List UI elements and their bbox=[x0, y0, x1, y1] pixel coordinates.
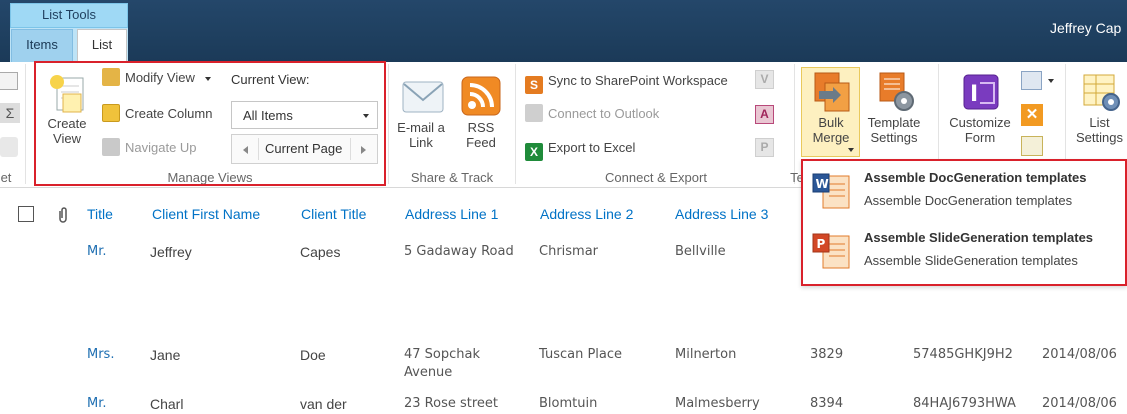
template-settings-icon bbox=[874, 71, 914, 111]
cell-address-line-1: 47 Sopchak bbox=[404, 347, 481, 362]
cell-date: 2014/08/06 bbox=[1042, 396, 1117, 411]
tab-list[interactable]: List bbox=[77, 29, 127, 62]
cell-code: 8394 bbox=[810, 396, 844, 411]
project-icon[interactable]: P bbox=[755, 138, 774, 157]
cell-client-title: van der bbox=[300, 396, 347, 412]
rss-feed-label: RSS Feed bbox=[466, 120, 496, 150]
menu-item-description: Assemble SlideGeneration templates bbox=[864, 253, 1078, 268]
sync-workspace-button[interactable]: S Sync to SharePoint Workspace bbox=[525, 71, 728, 94]
row-title-link[interactable]: Mr. bbox=[87, 395, 107, 413]
column-header-title[interactable]: Title bbox=[87, 206, 113, 222]
cell-address-line-2: Blomtuin bbox=[539, 396, 598, 411]
excel-icon: X bbox=[525, 143, 543, 161]
cell-client-title: Doe bbox=[300, 347, 326, 363]
menu-item-title: Assemble DocGeneration templates bbox=[864, 170, 1087, 185]
cell-reference: 84HAJ6793HWA bbox=[913, 396, 1016, 411]
email-link-label: E-mail a Link bbox=[397, 120, 445, 150]
cell-address-line-1: 5 Gadaway Road bbox=[404, 244, 514, 259]
partial-view-icon[interactable] bbox=[0, 72, 18, 90]
rss-feed-button[interactable]: RSS Feed bbox=[458, 76, 504, 150]
share-track-group-label: Share & Track bbox=[410, 170, 494, 185]
tab-items[interactable]: Items bbox=[11, 29, 73, 62]
cell-first-name: Jeffrey bbox=[150, 244, 192, 260]
column-header-client-title[interactable]: Client Title bbox=[301, 206, 366, 222]
powerpoint-document-icon: P bbox=[811, 230, 855, 274]
cell-address-line-1-cont: Avenue bbox=[404, 365, 453, 380]
svg-text:P: P bbox=[817, 237, 826, 251]
select-all-checkbox[interactable] bbox=[18, 206, 34, 222]
column-header-address-line-2[interactable]: Address Line 2 bbox=[540, 206, 633, 222]
cell-code: 3829 bbox=[810, 347, 844, 362]
menu-item-description: Assemble DocGeneration templates bbox=[864, 193, 1073, 208]
customize-form-button[interactable]: I Customize Form bbox=[946, 71, 1014, 145]
column-header-client-first-name[interactable]: Client First Name bbox=[152, 206, 260, 222]
connect-outlook-label: Connect to Outlook bbox=[548, 106, 660, 121]
cell-address-line-3: Malmesberry bbox=[675, 396, 760, 411]
list-settings-button[interactable]: List Settings bbox=[1072, 71, 1127, 145]
customize-form-label: Customize Form bbox=[949, 115, 1011, 145]
infopath-icon: I bbox=[960, 71, 1000, 111]
access-icon[interactable]: A bbox=[755, 105, 774, 124]
partial-group-label: et bbox=[0, 170, 12, 185]
menu-item-title: Assemble SlideGeneration templates bbox=[864, 230, 1094, 245]
connect-export-group-label: Connect & Export bbox=[605, 170, 707, 185]
connect-outlook-button[interactable]: Connect to Outlook bbox=[525, 104, 659, 124]
sync-label: Sync to SharePoint Workspace bbox=[548, 73, 728, 88]
bulk-merge-icon bbox=[811, 71, 851, 112]
bulk-merge-menu: W Assemble DocGeneration templates Assem… bbox=[801, 159, 1127, 286]
template-settings-label: Template Settings bbox=[867, 115, 921, 145]
column-header-address-line-1[interactable]: Address Line 1 bbox=[405, 206, 498, 222]
email-link-button[interactable]: E-mail a Link bbox=[394, 76, 448, 150]
refresh-icon[interactable] bbox=[0, 137, 18, 157]
cell-date: 2014/08/06 bbox=[1042, 347, 1117, 362]
chevron-down-icon bbox=[848, 148, 854, 152]
template-settings-button[interactable]: Template Settings bbox=[862, 71, 926, 145]
cell-first-name: Charl bbox=[150, 396, 184, 412]
cell-address-line-1: 23 Rose street bbox=[404, 396, 499, 411]
workflow-icon[interactable]: ✕ bbox=[1021, 104, 1043, 126]
visio-icon[interactable]: V bbox=[755, 70, 774, 89]
bulk-merge-label: Bulk Merge bbox=[812, 115, 850, 145]
outlook-icon bbox=[525, 104, 543, 122]
bulk-merge-button[interactable]: Bulk Merge bbox=[803, 71, 859, 145]
group-separator bbox=[388, 64, 389, 184]
cell-address-line-3: Milnerton bbox=[675, 347, 737, 362]
group-separator bbox=[794, 64, 795, 184]
menu-item-assemble-docgeneration[interactable]: W Assemble DocGeneration templates Assem… bbox=[811, 167, 1121, 223]
sync-icon: S bbox=[525, 76, 543, 94]
edit-list-icon[interactable] bbox=[1021, 71, 1042, 90]
cell-address-line-3: Bellville bbox=[675, 244, 726, 259]
row-title-link[interactable]: Mr. bbox=[87, 243, 107, 261]
column-header-address-line-3[interactable]: Address Line 3 bbox=[675, 206, 768, 222]
cell-client-title: Capes bbox=[300, 244, 341, 260]
export-excel-button[interactable]: X Export to Excel bbox=[525, 138, 636, 161]
export-excel-label: Export to Excel bbox=[548, 140, 636, 155]
group-separator bbox=[515, 64, 516, 184]
manage-views-highlight bbox=[34, 61, 386, 186]
row-title-link[interactable]: Mrs. bbox=[87, 346, 114, 364]
top-bar bbox=[0, 0, 1127, 62]
sum-icon[interactable]: Σ bbox=[0, 103, 20, 123]
cell-address-line-2: Tuscan Place bbox=[539, 347, 623, 362]
menu-item-assemble-slidegeneration[interactable]: P Assemble SlideGeneration templates Ass… bbox=[811, 227, 1121, 283]
group-separator bbox=[25, 64, 26, 184]
svg-text:W: W bbox=[816, 177, 829, 191]
list-settings-label: List Settings bbox=[1076, 115, 1123, 145]
svg-text:I: I bbox=[970, 82, 978, 107]
cell-reference: 57485GHKJ9H2 bbox=[913, 347, 1013, 362]
cell-address-line-2: Chrismar bbox=[539, 244, 599, 259]
user-name[interactable]: Jeffrey Cap bbox=[1050, 20, 1121, 36]
attachment-icon bbox=[57, 206, 69, 226]
chevron-down-icon bbox=[1048, 79, 1054, 83]
list-settings-icon bbox=[1080, 71, 1120, 111]
rss-icon bbox=[461, 76, 501, 116]
word-document-icon: W bbox=[811, 170, 855, 214]
list-tools-label: List Tools bbox=[10, 3, 128, 28]
workflow-settings-icon[interactable] bbox=[1021, 136, 1043, 156]
cell-first-name: Jane bbox=[150, 347, 181, 363]
envelope-icon bbox=[401, 76, 444, 116]
